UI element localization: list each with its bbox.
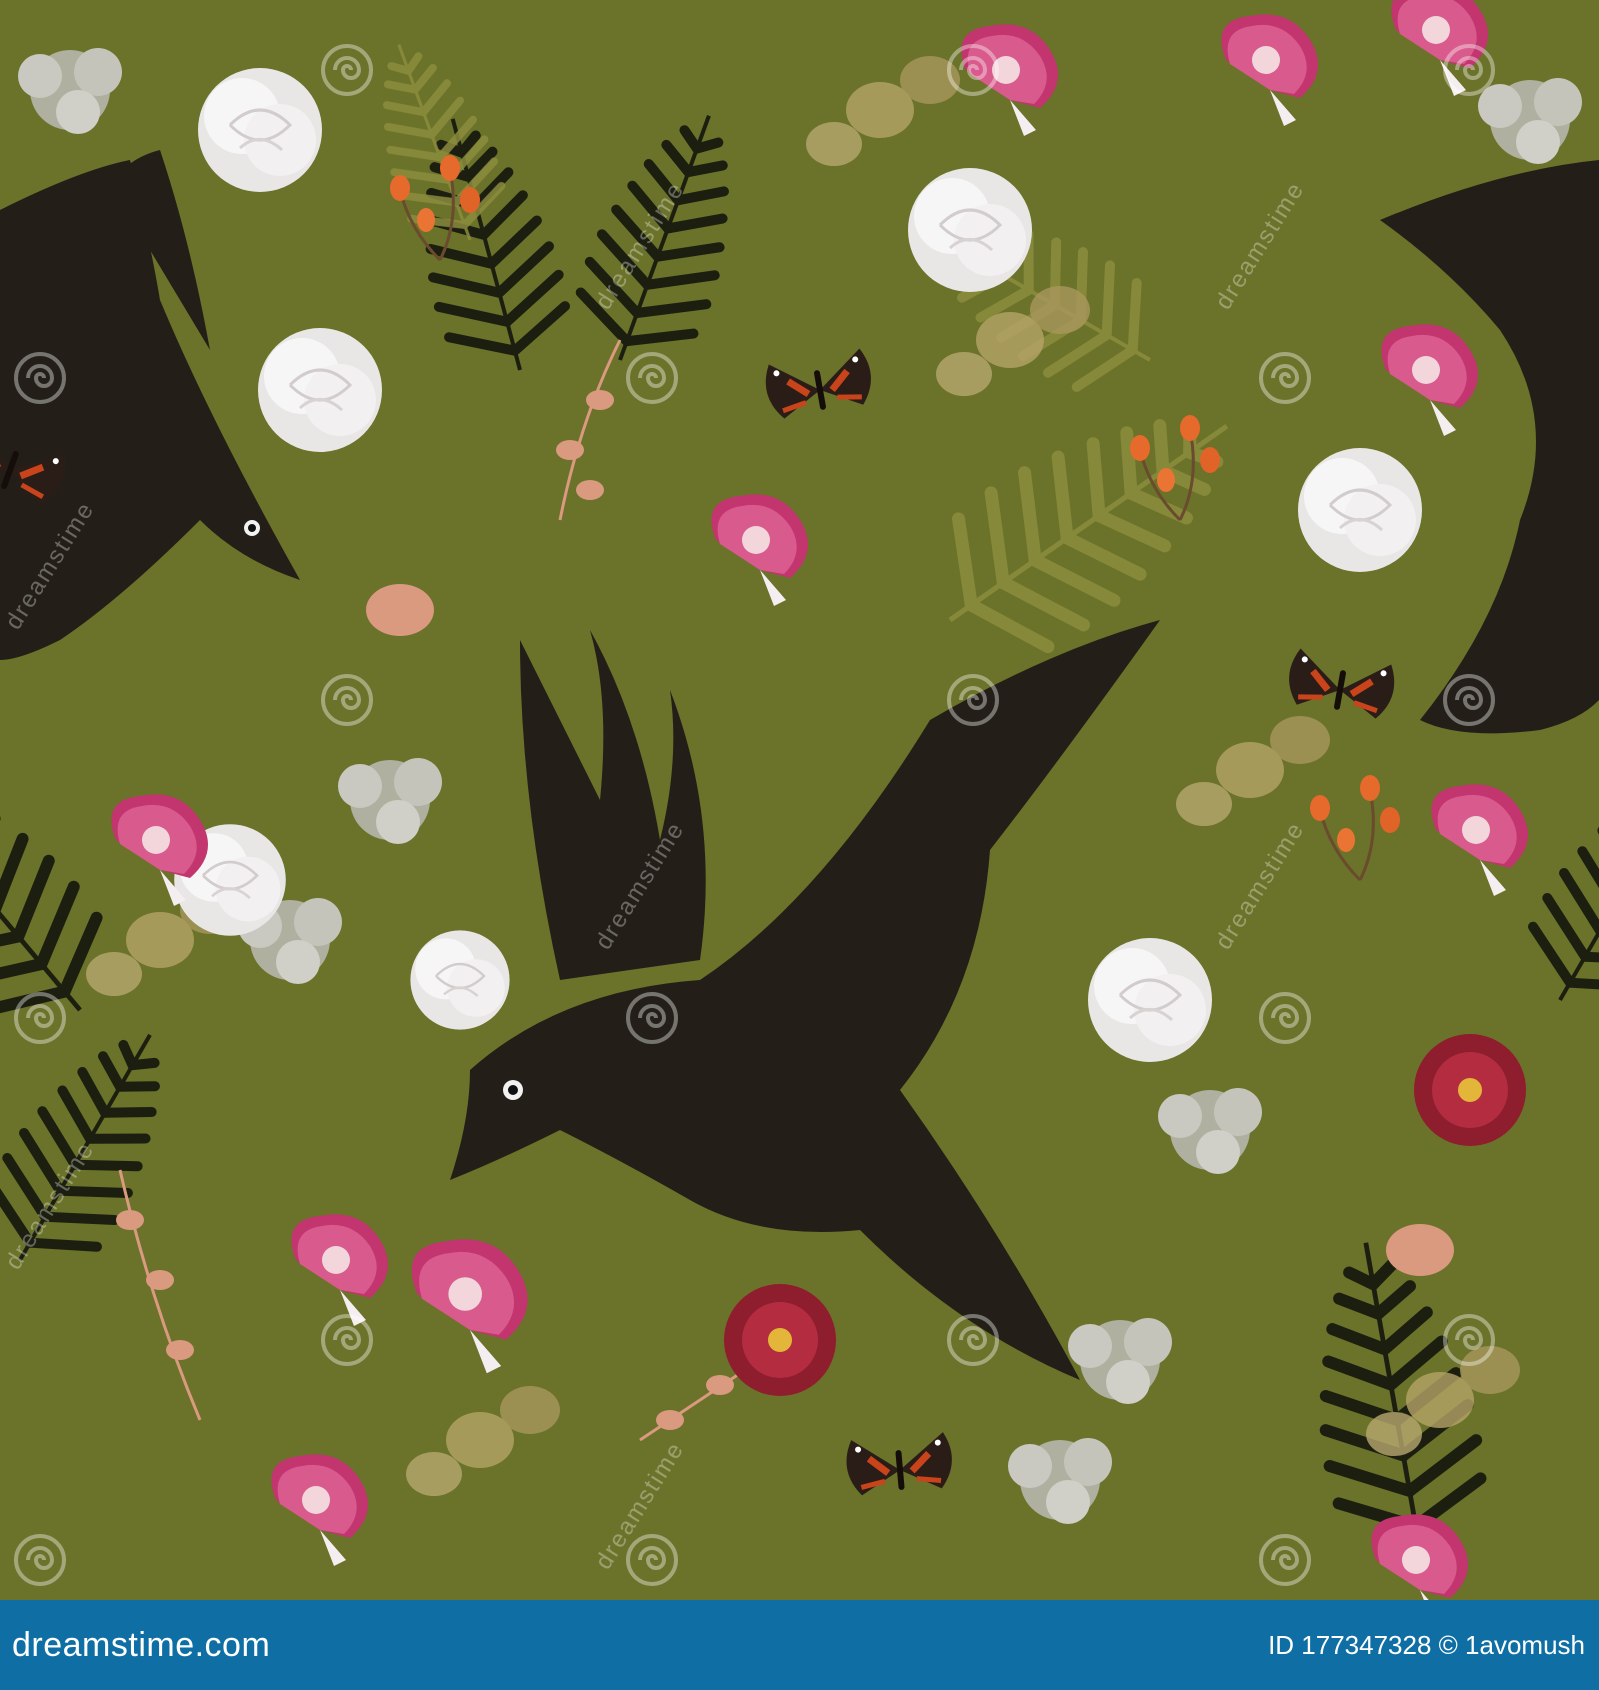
- stock-image-page: dreamstime dreamstime dreamstime dreamst…: [0, 0, 1599, 1690]
- site-link[interactable]: dreamstime.com: [12, 1626, 270, 1665]
- image-id-credit: ID 177347328 © 1avomush: [1268, 1630, 1585, 1660]
- eucalyptus-leaves-graphic: [86, 56, 1520, 1496]
- light-fern-graphic: [352, 28, 1273, 686]
- stock-footer-bar: dreamstime.com ID 177347328 © 1avomush: [0, 1600, 1599, 1690]
- pattern-canvas: [0, 0, 1599, 1600]
- seamless-pattern-artwork: dreamstime dreamstime dreamstime dreamst…: [0, 0, 1599, 1600]
- raven-graphic: [0, 150, 1599, 1380]
